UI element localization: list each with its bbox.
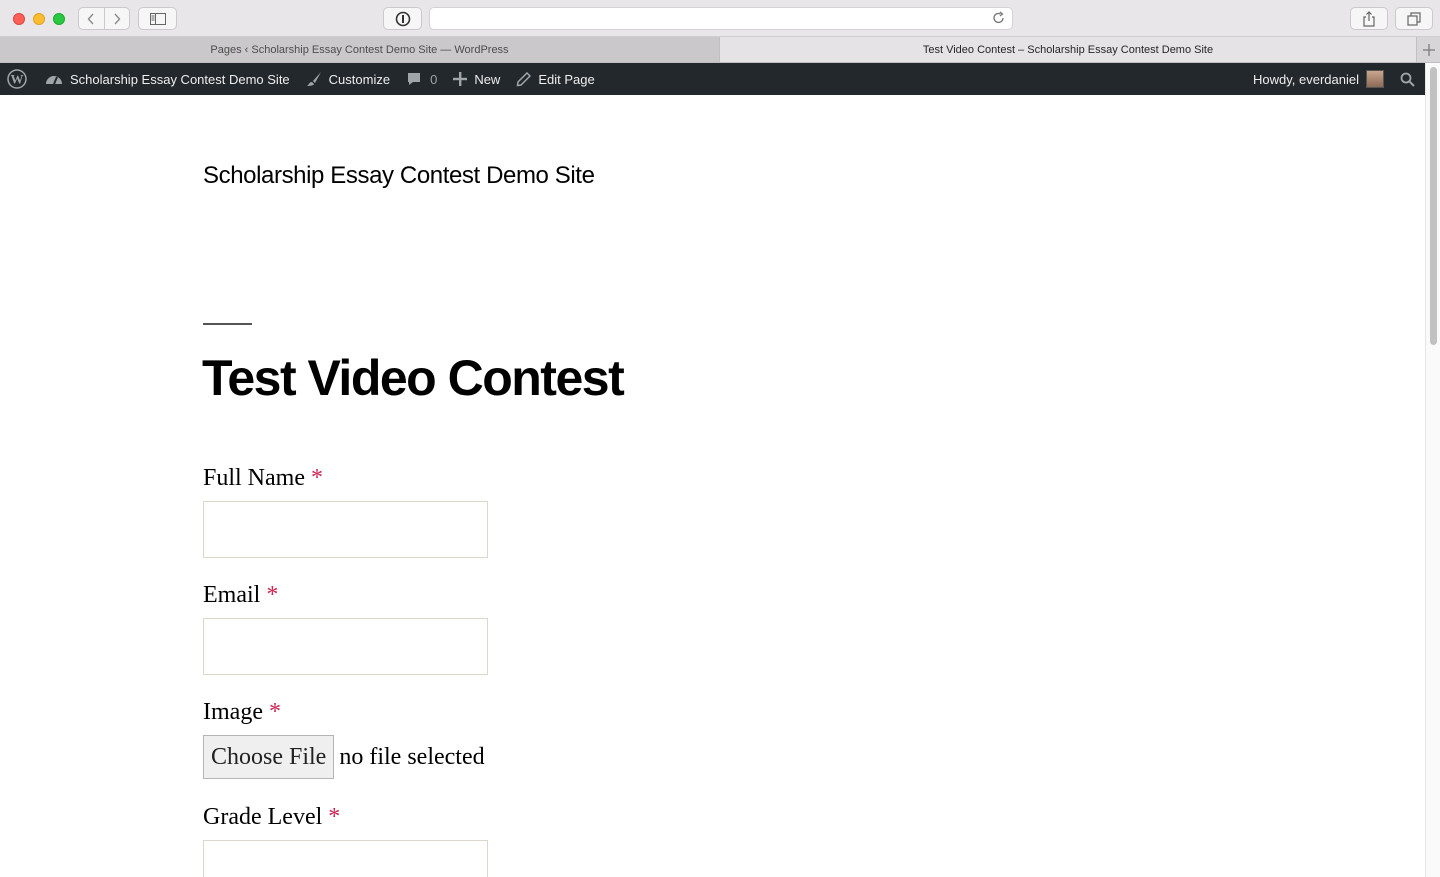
customize-label: Customize — [328, 71, 391, 87]
dashboard-icon — [46, 76, 62, 85]
tab-test-video-contest[interactable]: Test Video Contest – Scholarship Essay C… — [720, 37, 1417, 62]
full-name-label: Full Name * — [203, 465, 323, 492]
new-tab-button[interactable] — [1417, 37, 1440, 62]
required-marker: * — [328, 804, 341, 830]
plus-icon — [453, 72, 468, 86]
new-label: New — [474, 71, 501, 87]
adminbar-secondary: Howdy, everdaniel — [1245, 63, 1425, 95]
site-title-link[interactable]: Scholarship Essay Contest Demo Site — [203, 162, 595, 190]
sidebar-icon — [149, 12, 166, 25]
window-close-button[interactable] — [13, 13, 25, 25]
howdy-greeting: Howdy, everdaniel — [1253, 71, 1359, 87]
customize-link[interactable]: Customize — [298, 63, 398, 95]
avatar — [1366, 70, 1384, 88]
tab-label: Test Video Contest – Scholarship Essay C… — [922, 43, 1214, 56]
email-input[interactable] — [203, 618, 488, 675]
wordpress-logo-icon: W — [7, 69, 27, 89]
site-name-menu[interactable]: Scholarship Essay Contest Demo Site — [35, 63, 298, 95]
email-label-text: Email — [203, 582, 261, 608]
edit-page-link[interactable]: Edit Page — [508, 63, 602, 95]
page-scrollbar[interactable] — [1425, 63, 1440, 877]
wp-admin-bar: W Scholarship Essay Contest Demo Site Cu… — [0, 63, 1425, 95]
window-minimize-button[interactable] — [33, 13, 45, 25]
grade-level-label: Grade Level * — [203, 804, 340, 831]
browser-toolbar — [0, 0, 1440, 37]
wp-logo-menu[interactable]: W — [0, 63, 35, 95]
pencil-icon — [516, 71, 532, 86]
full-name-input[interactable] — [203, 501, 488, 558]
email-label: Email * — [203, 582, 278, 609]
share-icon — [1363, 10, 1375, 27]
sidebar-toggle-button[interactable] — [138, 7, 177, 30]
page-content: Scholarship Essay Contest Demo Site Test… — [0, 95, 1425, 877]
window-zoom-button[interactable] — [53, 13, 65, 25]
image-label: Image * — [203, 699, 281, 726]
file-status-text: no file selected — [339, 743, 485, 770]
password-manager-button[interactable] — [383, 7, 422, 30]
adminbar-search[interactable] — [1392, 63, 1425, 95]
comment-bubble-icon — [408, 73, 421, 85]
chevron-right-icon — [114, 13, 121, 24]
svg-text:W: W — [11, 72, 24, 87]
full-name-label-text: Full Name — [203, 465, 305, 491]
chevron-left-icon — [87, 13, 94, 24]
title-divider — [203, 323, 252, 325]
comment-count: 0 — [430, 71, 438, 87]
required-marker: * — [268, 699, 281, 725]
comments-link[interactable]: 0 — [398, 63, 445, 95]
edit-page-label: Edit Page — [538, 71, 595, 87]
page-title: Test Video Contest — [202, 350, 625, 406]
image-label-text: Image — [203, 699, 263, 725]
site-name-label: Scholarship Essay Contest Demo Site — [70, 71, 290, 87]
tab-label: Pages ‹ Scholarship Essay Contest Demo S… — [210, 43, 509, 56]
onepassword-icon — [395, 11, 410, 26]
share-button[interactable] — [1350, 7, 1388, 30]
grade-level-input[interactable] — [203, 840, 488, 877]
required-marker: * — [266, 582, 279, 608]
new-content-menu[interactable]: New — [445, 63, 508, 95]
image-file-input: Choose File no file selected — [203, 735, 485, 779]
choose-file-button[interactable]: Choose File — [203, 735, 335, 779]
address-bar[interactable] — [429, 7, 1013, 30]
search-icon — [1400, 72, 1415, 87]
back-button[interactable] — [79, 8, 104, 29]
reload-icon[interactable] — [992, 11, 1006, 25]
tab-wordpress-pages[interactable]: Pages ‹ Scholarship Essay Contest Demo S… — [0, 37, 720, 62]
history-nav — [78, 7, 130, 30]
my-account-menu[interactable]: Howdy, everdaniel — [1245, 63, 1392, 95]
required-marker: * — [311, 465, 323, 491]
tabs-overview-icon — [1407, 11, 1421, 26]
scrollbar-thumb[interactable] — [1430, 67, 1437, 345]
tab-overview-button[interactable] — [1395, 7, 1433, 30]
paintbrush-icon — [306, 72, 321, 86]
forward-button[interactable] — [103, 8, 130, 29]
grade-level-label-text: Grade Level — [203, 804, 323, 830]
tab-bar: Pages ‹ Scholarship Essay Contest Demo S… — [0, 37, 1440, 63]
plus-icon — [1422, 43, 1435, 56]
